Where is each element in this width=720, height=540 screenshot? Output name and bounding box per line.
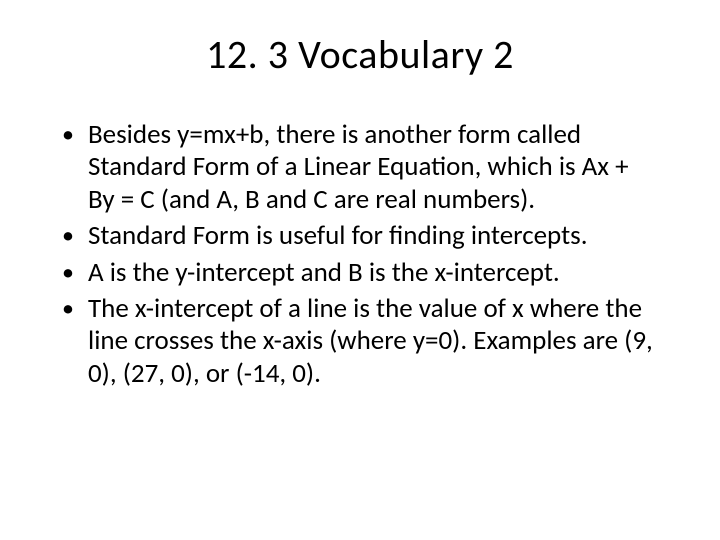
list-item: Standard Form is useful for finding inte…	[60, 220, 660, 252]
slide-title: 12. 3 Vocabulary 2	[50, 30, 670, 79]
bullet-list: Besides y=mx+b, there is another form ca…	[50, 119, 670, 390]
list-item: The x-intercept of a line is the value o…	[60, 293, 660, 390]
list-item: A is the y-intercept and B is the x-inte…	[60, 257, 660, 289]
list-item: Besides y=mx+b, there is another form ca…	[60, 119, 660, 216]
slide: 12. 3 Vocabulary 2 Besides y=mx+b, there…	[0, 0, 720, 540]
